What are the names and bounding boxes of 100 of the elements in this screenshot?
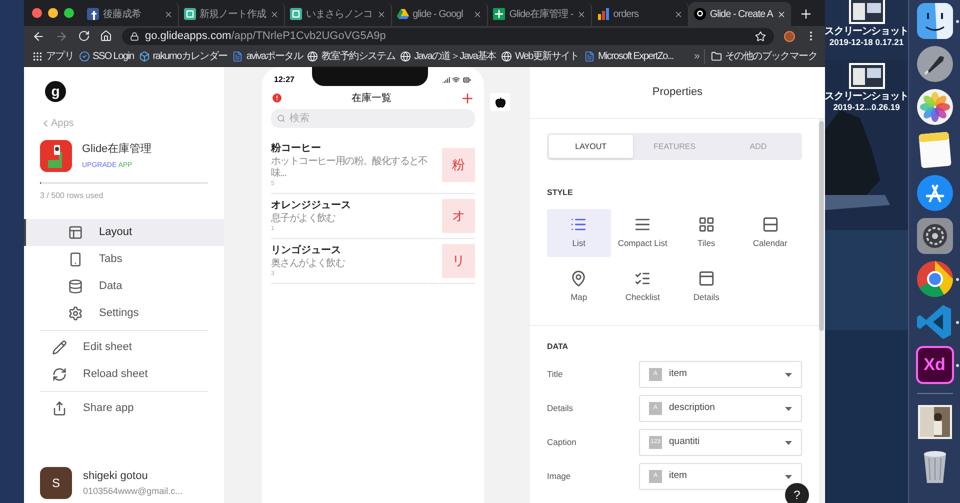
field-label: Image: [547, 470, 572, 483]
bookmark-link[interactable]: Javaの道＞Java基本: [400, 48, 496, 64]
nav-item[interactable]: Edit sheet: [24, 334, 208, 361]
database-icon: [68, 279, 83, 294]
apple-icon: [494, 96, 506, 108]
favicon-icon: [597, 8, 610, 20]
nav-item[interactable]: Settings: [24, 300, 224, 327]
address-bar[interactable]: go.glideapps.com/app/TNrleP1Cvb2UGoVG5A9p: [122, 28, 774, 44]
petals-icon[interactable]: [916, 88, 954, 126]
folder-icon: [710, 50, 722, 62]
tab-title: 新規ノート作成: [200, 8, 266, 22]
close-window-button[interactable]: [32, 8, 42, 18]
logo: g: [45, 81, 66, 102]
item-details: 息子がよく飲む: [271, 213, 336, 225]
close-icon[interactable]: [164, 10, 173, 18]
item-thumbnail: オ: [442, 199, 475, 233]
layout-icon: [68, 225, 83, 240]
usage-text: 3 / 500 rows used: [40, 190, 104, 202]
bookmark-folder[interactable]: その他のブックマーク: [704, 48, 817, 64]
field-label: Title: [547, 368, 564, 381]
segment-tab[interactable]: LAYOUT: [549, 135, 633, 158]
item-details: ホットコーヒー用の粉。酸化すると不味...: [271, 156, 428, 180]
apps-grid-icon: [32, 50, 43, 62]
field-label: Details: [547, 402, 574, 415]
style-option[interactable]: Tiles: [674, 209, 738, 257]
style-option[interactable]: Checklist: [610, 263, 674, 311]
user-email: 0103564www@gmail.c...: [83, 484, 183, 498]
tab-title: orders: [613, 8, 640, 22]
section-heading: DATA: [547, 341, 570, 353]
add-icon[interactable]: [460, 90, 475, 106]
nav-item[interactable]: Layout: [24, 219, 224, 246]
style-option[interactable]: Calendar: [738, 209, 802, 257]
grid-icon: [698, 216, 715, 234]
settings-icon: [68, 306, 83, 321]
user-avatar: S: [40, 467, 72, 499]
back-icon[interactable]: [32, 30, 45, 42]
bookmark-link[interactable]: アプリ: [32, 48, 74, 64]
search-input[interactable]: 検索: [289, 111, 469, 126]
globe-icon: [307, 50, 318, 62]
forward-icon[interactable]: [55, 30, 68, 42]
bookmark-star-icon[interactable]: [755, 30, 766, 42]
nav-item[interactable]: Data: [24, 273, 224, 300]
pencil-icon: [52, 340, 67, 355]
bookmark-link[interactable]: avivaポータル: [232, 48, 302, 64]
panel-icon: [698, 270, 715, 288]
bookmark-link[interactable]: rakumoカレンダー: [138, 48, 228, 64]
url-text: go.glideapps.com/app/TNrleP1Cvb2UGoVG5A9p: [145, 28, 386, 44]
nav-item[interactable]: Tabs: [24, 246, 224, 273]
item-details: 奥さんがよく飲む: [271, 258, 346, 270]
map-pin-icon: [570, 270, 588, 288]
home-icon[interactable]: [100, 30, 112, 42]
more-bookmarks-button[interactable]: »: [694, 48, 699, 64]
item-title: 粉コーヒー: [271, 142, 322, 156]
gear-icon[interactable]: [916, 217, 954, 255]
app-tile[interactable]: Xd: [916, 346, 954, 384]
share-icon: [52, 401, 67, 416]
style-option[interactable]: Compact List: [610, 209, 674, 257]
close-icon[interactable]: [270, 10, 280, 18]
app-store-icon[interactable]: [916, 174, 954, 212]
bookmark-link[interactable]: SSO Login: [78, 48, 134, 64]
bookmark-link[interactable]: Microsoft ExpertZo...: [584, 48, 674, 64]
zoom-window-button[interactable]: [64, 8, 74, 18]
favicon-icon: [493, 8, 506, 20]
style-option[interactable]: Details: [674, 263, 738, 311]
ribbon-icon[interactable]: [916, 303, 954, 341]
new-tab-icon[interactable]: [798, 7, 813, 21]
screen-title: 在庫一覧: [352, 92, 392, 106]
style-option[interactable]: Map: [547, 263, 611, 311]
close-icon[interactable]: [577, 10, 586, 18]
platform-toggle[interactable]: [490, 93, 510, 111]
app-icon[interactable]: [40, 140, 72, 172]
nav-item[interactable]: Reload sheet: [24, 361, 208, 388]
bookmark-link[interactable]: 教室予約システム: [307, 48, 396, 64]
globe-icon: [400, 50, 412, 62]
minimize-window-button[interactable]: [48, 8, 58, 18]
phone-icon: [68, 252, 83, 267]
reload-icon[interactable]: [78, 30, 90, 42]
nav-item[interactable]: Share app: [24, 395, 208, 422]
smiling-face-icon[interactable]: [916, 2, 954, 40]
item-title: リンゴジュース: [271, 244, 342, 258]
tab-title: 後藤成希: [103, 8, 142, 22]
lock-icon: [130, 32, 139, 40]
search-icon: [277, 114, 286, 123]
favicon-icon: [184, 8, 196, 20]
section-heading: STYLE: [547, 187, 574, 199]
search-field[interactable]: 検索: [271, 109, 475, 128]
close-icon[interactable]: [674, 10, 683, 18]
profile-avatar[interactable]: [784, 30, 795, 42]
close-icon[interactable]: [473, 10, 482, 18]
alert-icon[interactable]: [271, 92, 283, 104]
favicon-icon: [290, 8, 302, 20]
close-icon[interactable]: [776, 10, 786, 18]
help-button[interactable]: ?: [785, 483, 809, 503]
style-option[interactable]: List: [547, 209, 611, 257]
color-ring-icon[interactable]: [916, 260, 954, 298]
item-thumbnail: リ: [442, 244, 475, 278]
browser-tab[interactable]: Glide - Create A: [688, 2, 791, 26]
caret-icon: [785, 474, 792, 478]
close-icon[interactable]: [376, 10, 386, 18]
bookmark-link[interactable]: Web更新サイト: [500, 48, 579, 64]
